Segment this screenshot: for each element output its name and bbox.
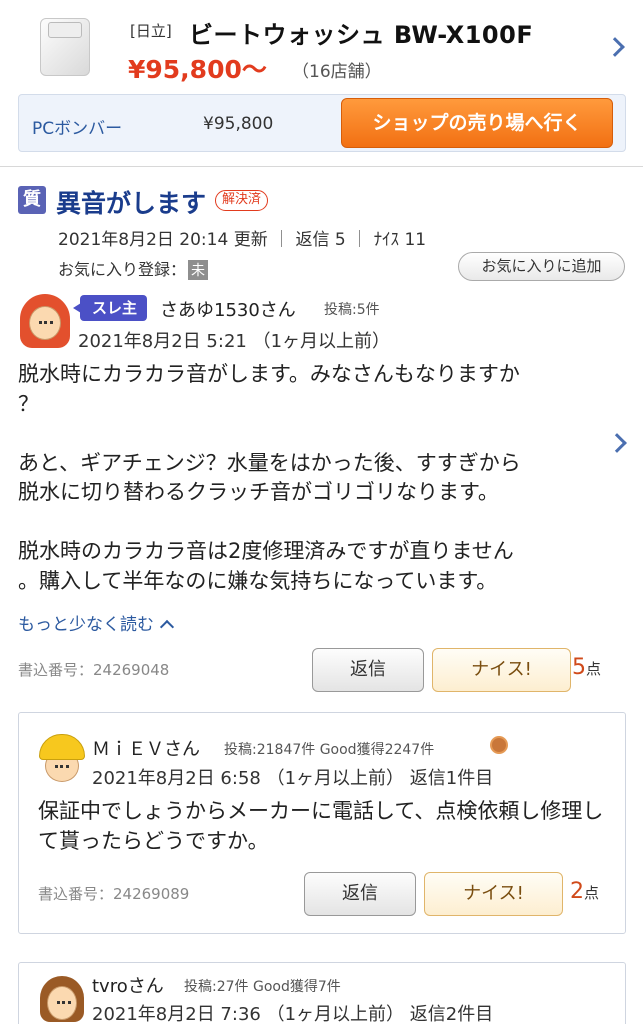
avatar-eyes [57,1001,71,1004]
read-less-label: もっと少なく読む [18,615,154,635]
post-number: 書込番号：24269089 [38,885,190,903]
meta-divider: ｜ [351,230,369,250]
avatar[interactable] [38,976,86,1024]
thread-meta: 2021年8月2日 20:14 更新 ｜ 返信 5 ｜ ﾅｲｽ 11 [58,225,426,250]
thread-title: 異音がします [56,189,207,218]
reply-username[interactable]: ＭｉＥＶさん [92,735,200,761]
avatar[interactable] [36,734,86,784]
favorite-status: お気に入り登録：未 [58,256,209,280]
reply-date: 2021年8月2日 7:36 （1ヶ月以上前） 返信2件目 [92,1004,494,1024]
nice-score: 5点 [572,655,601,680]
post-body: 脱水時にカラカラ音がします。みなさんもなりますか ？ あと、ギアチェンジ？水量を… [18,362,521,593]
chevron-up-icon [159,619,175,635]
nice-score-value: 2 [570,879,584,904]
shop-offer-bar: PCボンバー ¥95,800 ショップの売り場へ行く [18,94,626,152]
add-favorite-button[interactable]: お気に入りに追加 [458,252,625,281]
nice-score: 2点 [570,879,599,904]
reply-date: 2021年8月2日 6:58 （1ヶ月以上前） 返信1件目 [92,768,494,789]
thread-owner-badge: スレ主 [72,295,148,321]
chevron-right-icon[interactable] [605,37,625,57]
post-user-stats: 投稿:5件 [324,302,380,318]
go-to-shop-button[interactable]: ショップの売り場へ行く [341,98,613,148]
nice-score-value: 5 [572,655,586,680]
thread-reply-count: 返信 5 [295,230,346,250]
post-username[interactable]: さあゆ1530さん [160,296,296,322]
washing-machine-lid [48,22,82,38]
avatar-eyes [39,321,53,324]
thread-updated: 2021年8月2日 20:14 更新 [58,230,268,250]
washing-machine-thumbnail[interactable] [34,14,96,78]
nice-button[interactable]: ナイス! [432,648,571,692]
question-type-icon: 質 [18,186,46,214]
lowest-price: ¥95,800〜 [128,55,267,84]
avatar-face [47,986,77,1020]
nice-score-unit: 点 [584,884,600,902]
product-header[interactable]: [日立] ビートウォッシュ BW-X100F ¥95,800〜 （16店舗） P… [0,0,643,167]
nice-score-unit: 点 [586,660,602,678]
meta-divider: ｜ [273,230,291,250]
avatar-face [29,306,61,340]
avatar[interactable] [20,294,70,348]
shop-price: ¥95,800 [203,114,274,134]
avatar-helmet [39,734,85,760]
post-number: 書込番号：24269048 [18,661,170,679]
reply-body: 保証中でしょうからメーカーに電話して、点検依頼し修理して貰ったらどうですか。 [38,799,604,853]
post-date: 2021年8月2日 5:21 （1ヶ月以上前） [78,331,391,352]
maker-label: [日立] [130,22,172,40]
favorite-value: 未 [188,260,209,280]
avatar-eyes [55,765,69,768]
reply-user-stats: 投稿:27件 Good獲得7件 [184,979,341,995]
shop-name-link[interactable]: PCボンバー [32,114,122,139]
reply-user-stats: 投稿:21847件 Good獲得2247件 [224,742,435,758]
nice-button[interactable]: ナイス! [424,872,563,916]
shop-count: （16店舗） [292,62,382,82]
reply-button[interactable]: 返信 [304,872,416,916]
chevron-right-icon[interactable] [607,433,627,453]
favorite-label: お気に入り登録： [58,260,187,279]
reply-button[interactable]: 返信 [312,648,424,692]
thread-nice-count: ﾅｲｽ 11 [373,230,427,250]
reply-username[interactable]: tvroさん [92,972,164,998]
medal-icon [490,736,508,754]
resolved-badge: 解決済 [215,190,269,211]
read-less-link[interactable]: もっと少なく読む [18,610,175,635]
product-name[interactable]: ビートウォッシュ BW-X100F [189,15,533,50]
